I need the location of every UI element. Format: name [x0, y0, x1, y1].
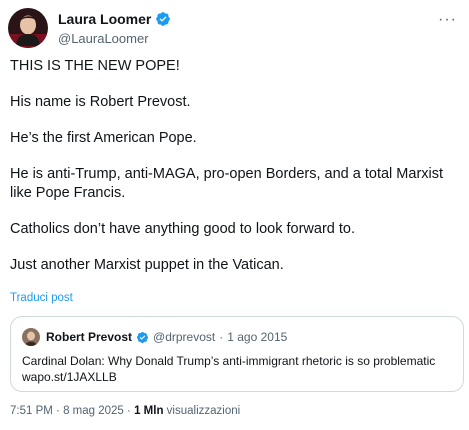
- quoted-author-name[interactable]: Robert Prevost: [46, 330, 132, 344]
- meta-separator: ·: [56, 405, 60, 417]
- tweet-paragraph: He is anti-Trump, anti-MAGA, pro-open Bo…: [10, 166, 444, 201]
- views-label: visualizzazioni: [166, 405, 241, 417]
- tweet-paragraph: THIS IS THE NEW POPE!: [10, 58, 180, 74]
- verified-badge-icon: [156, 12, 171, 26]
- verified-badge-icon: [136, 331, 149, 343]
- tweet-paragraph: He’s the first American Pope.: [10, 130, 197, 146]
- post-date[interactable]: 8 mag 2025: [63, 405, 124, 417]
- tweet-meta: 7:51 PM · 8 mag 2025 · 1 Mln visualizzaz…: [10, 405, 240, 417]
- quoted-text-line: Cardinal Dolan: Why Donald Trump’s anti-…: [22, 354, 436, 368]
- tweet-card: Laura Loomer @LauraLoomer ··· THIS IS TH…: [0, 0, 469, 430]
- author-avatar[interactable]: [8, 8, 48, 48]
- quoted-tweet[interactable]: Robert Prevost @drprevost · 1 ago 2015 C…: [10, 316, 464, 392]
- post-time[interactable]: 7:51 PM: [10, 405, 53, 417]
- quoted-author-avatar[interactable]: [22, 328, 40, 346]
- translate-post-link[interactable]: Traduci post: [10, 292, 73, 304]
- quoted-date[interactable]: 1 ago 2015: [227, 330, 287, 344]
- quoted-header: Robert Prevost @drprevost · 1 ago 2015: [46, 330, 287, 344]
- author-handle[interactable]: @LauraLoomer: [58, 31, 149, 46]
- quoted-author-handle[interactable]: @drprevost: [153, 330, 215, 344]
- more-options-icon[interactable]: ···: [438, 12, 457, 28]
- tweet-paragraph: His name is Robert Prevost.: [10, 94, 191, 110]
- tweet-text: THIS IS THE NEW POPE! His name is Robert…: [10, 57, 460, 292]
- quoted-link[interactable]: wapo.st/1JAXLLB: [22, 369, 458, 385]
- author-name[interactable]: Laura Loomer: [58, 11, 151, 27]
- author-name-row[interactable]: Laura Loomer: [58, 11, 171, 27]
- quoted-text: Cardinal Dolan: Why Donald Trump’s anti-…: [22, 353, 458, 385]
- quoted-separator: ·: [219, 330, 224, 344]
- views-count: 1 Mln: [134, 405, 164, 417]
- tweet-paragraph: Just another Marxist puppet in the Vatic…: [10, 257, 284, 273]
- meta-separator: ·: [127, 405, 131, 417]
- tweet-paragraph: Catholics don’t have anything good to lo…: [10, 221, 355, 237]
